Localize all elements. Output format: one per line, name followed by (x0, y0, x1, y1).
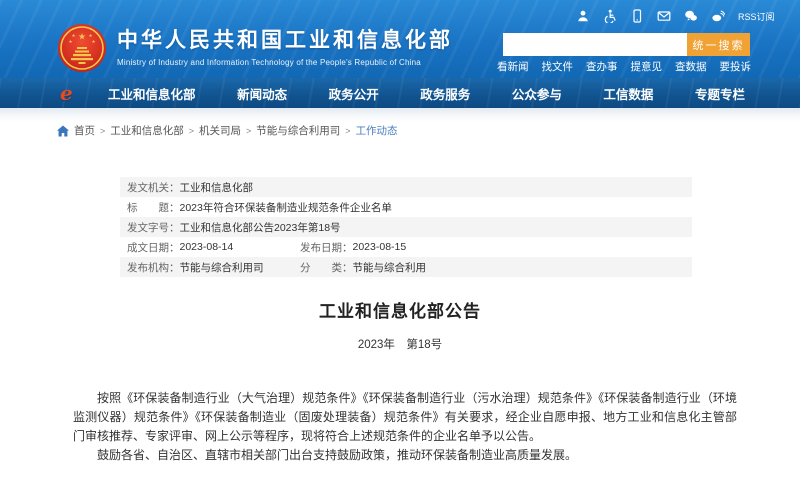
announcement-paragraph: 按照《环保装备制造行业（大气治理）规范条件》《环保装备制造行业（污水治理）规范条… (73, 389, 737, 446)
svg-text:★: ★ (78, 32, 86, 42)
announcement-body: 按照《环保装备制造行业（大气治理）规范条件》《环保装备制造行业（污水治理）规范条… (73, 389, 737, 465)
quick-link-news[interactable]: 看新闻 (497, 59, 529, 74)
meta-value: 2023年符合环保装备制造业规范条件企业名单 (180, 200, 392, 215)
document-meta-table: 发文机关： 工业和信息化部 标 题： 2023年符合环保装备制造业规范条件企业名… (120, 177, 692, 277)
svg-text:★: ★ (91, 39, 95, 44)
mail-icon[interactable] (657, 9, 671, 23)
site-subtitle: Ministry of Industry and Information Tec… (117, 58, 453, 67)
quick-link-services[interactable]: 查办事 (586, 59, 618, 74)
utility-bar: RSS订阅 (576, 8, 775, 24)
announcement-issue-number: 2023年 第18号 (0, 336, 800, 352)
meta-value: 工业和信息化部 (180, 180, 254, 195)
meta-label: 发布日期： (300, 240, 353, 255)
quick-link-complaint[interactable]: 要投诉 (720, 59, 752, 74)
nav-item-data[interactable]: 工信数据 (603, 84, 653, 103)
nav-item-gov-services[interactable]: 政务服务 (420, 84, 470, 103)
breadcrumb: 首页 > 工业和信息化部 > 机关司局 > 节能与综合利用司 > 工作动态 (57, 123, 398, 138)
svg-text:★: ★ (68, 39, 72, 44)
search-bar: 统一搜索 (503, 33, 750, 56)
meta-label: 发文字号： (127, 220, 180, 235)
page: ★ ★ ★ ★ ★ 中华人民共和国工业和信息化部 Ministry of Ind… (0, 0, 800, 482)
breadcrumb-current: 工作动态 (356, 123, 398, 138)
meta-value: 2023-08-15 (353, 241, 407, 253)
announcement-paragraph: 鼓励各省、自治区、直辖市相关部门出台支持鼓励政策，推动环保装备制造业高质量发展。 (73, 446, 737, 465)
quick-links: 看新闻 找文件 查办事 提意见 查数据 要投诉 (497, 59, 751, 74)
nav-separator (0, 108, 800, 122)
meta-row-doc-number: 发文字号： 工业和信息化部公告2023年第18号 (120, 217, 692, 237)
wechat-icon[interactable] (684, 9, 698, 23)
meta-row-issuing-agency: 发文机关： 工业和信息化部 (120, 177, 692, 197)
meta-row-publisher: 发布机构： 节能与综合利用司 分 类： 节能与综合利用 (120, 257, 692, 277)
nav-item-gov-info[interactable]: 政务公开 (329, 84, 379, 103)
meta-row-dates: 成文日期： 2023-08-14 发布日期： 2023-08-15 (120, 237, 692, 257)
meta-value: 工业和信息化部公告2023年第18号 (180, 220, 341, 235)
breadcrumb-separator: > (100, 126, 105, 136)
site-title-block: 中华人民共和国工业和信息化部 Ministry of Industry and … (117, 24, 453, 67)
breadcrumb-energy-dept[interactable]: 节能与综合利用司 (256, 123, 340, 138)
svg-text:★: ★ (71, 33, 75, 38)
nav-item-news[interactable]: 新闻动态 (237, 84, 287, 103)
user-icon[interactable] (576, 9, 590, 23)
site-title: 中华人民共和国工业和信息化部 (117, 24, 453, 54)
nav-item-topics[interactable]: 专题专栏 (695, 84, 745, 103)
meta-row-title: 标 题： 2023年符合环保装备制造业规范条件企业名单 (120, 197, 692, 217)
svg-text:★: ★ (88, 33, 92, 38)
breadcrumb-ministry[interactable]: 工业和信息化部 (110, 123, 184, 138)
accessibility-icon[interactable] (603, 9, 617, 23)
weibo-icon[interactable] (711, 9, 725, 23)
mobile-icon[interactable] (630, 9, 644, 23)
search-input[interactable] (503, 33, 687, 56)
nav-item-participation[interactable]: 公众参与 (512, 84, 562, 103)
main-nav: e 工业和信息化部 新闻动态 政务公开 政务服务 公众参与 工信数据 专题专栏 (0, 78, 800, 108)
breadcrumb-separator: > (246, 126, 251, 136)
breadcrumb-departments[interactable]: 机关司局 (199, 123, 241, 138)
meta-label: 发文机关： (127, 180, 180, 195)
meta-value: 节能与综合利用 (353, 260, 427, 275)
nav-item-ministry[interactable]: 工业和信息化部 (108, 84, 196, 103)
meta-value: 节能与综合利用司 (180, 260, 264, 275)
search-button[interactable]: 统一搜索 (687, 33, 750, 56)
home-icon[interactable] (57, 125, 69, 137)
quick-link-documents[interactable]: 找文件 (542, 59, 574, 74)
site-header: ★ ★ ★ ★ ★ 中华人民共和国工业和信息化部 Ministry of Ind… (0, 0, 800, 78)
meta-label: 成文日期： (127, 240, 180, 255)
breadcrumb-separator: > (345, 126, 350, 136)
quick-link-feedback[interactable]: 提意见 (631, 59, 663, 74)
quick-link-data[interactable]: 查数据 (675, 59, 707, 74)
meta-label: 标 题： (127, 200, 180, 215)
meta-value: 2023-08-14 (180, 241, 234, 253)
meta-label: 分 类： (300, 260, 353, 275)
nav-items: 工业和信息化部 新闻动态 政务公开 政务服务 公众参与 工信数据 专题专栏 (108, 78, 745, 108)
breadcrumb-separator: > (189, 126, 194, 136)
national-emblem-icon: ★ ★ ★ ★ ★ (57, 23, 107, 73)
announcement-title: 工业和信息化部公告 (0, 297, 800, 322)
meta-label: 发布机构： (127, 260, 180, 275)
breadcrumb-home[interactable]: 首页 (74, 123, 95, 138)
nav-logo-icon: e (60, 81, 73, 105)
rss-subscribe-link[interactable]: RSS订阅 (738, 10, 775, 23)
